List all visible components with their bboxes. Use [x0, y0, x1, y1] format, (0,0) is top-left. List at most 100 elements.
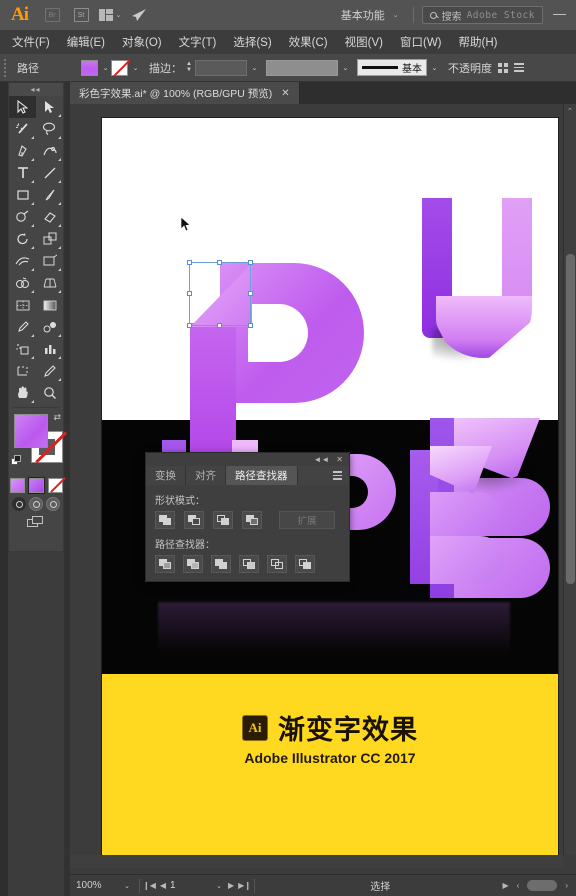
bridge-icon[interactable]: Br: [42, 6, 62, 24]
direct-selection-tool[interactable]: [36, 96, 63, 118]
gradient-swatch-button[interactable]: [27, 477, 45, 494]
pathfinder-unite-button[interactable]: [155, 511, 175, 529]
pathfinder-merge-button[interactable]: [211, 555, 231, 573]
control-bar-menu-icon[interactable]: [513, 63, 524, 72]
artwork-letter-p-large[interactable]: [187, 258, 370, 515]
artboard-tool[interactable]: [9, 360, 36, 382]
color-swatch-button[interactable]: [9, 478, 25, 493]
scroll-up-icon[interactable]: ⌃: [567, 107, 573, 115]
fill-color-swatch[interactable]: [81, 59, 98, 76]
menu-help[interactable]: 帮助(H): [457, 32, 500, 52]
pathfinder-outline-button[interactable]: [267, 555, 287, 573]
menu-select[interactable]: 选择(S): [231, 32, 273, 52]
lasso-tool[interactable]: [36, 118, 63, 140]
magic-wand-tool[interactable]: [9, 118, 36, 140]
selection-tool[interactable]: [9, 96, 36, 118]
default-fill-stroke-icon[interactable]: [11, 455, 22, 466]
handle-bottom-center[interactable]: [217, 323, 222, 328]
scroll-left-icon[interactable]: ‹: [517, 881, 520, 890]
width-tool[interactable]: [9, 250, 36, 272]
horizontal-scroll-thumb[interactable]: [527, 880, 558, 891]
pathfinder-crop-button[interactable]: [239, 555, 259, 573]
menu-file[interactable]: 文件(F): [10, 32, 52, 52]
stroke-chevron-down-icon[interactable]: ⌄: [130, 60, 141, 76]
shape-builder-tool[interactable]: [9, 272, 36, 294]
symbol-sprayer-tool[interactable]: [9, 338, 36, 360]
none-swatch-button[interactable]: [47, 478, 63, 493]
menu-window[interactable]: 窗口(W): [398, 32, 444, 52]
menu-view[interactable]: 视图(V): [343, 32, 385, 52]
handle-middle-left[interactable]: [187, 291, 192, 296]
scale-tool[interactable]: [36, 228, 63, 250]
rotate-tool[interactable]: [9, 228, 36, 250]
selection-bounding-box[interactable]: [187, 260, 253, 328]
vertical-scroll-thumb[interactable]: [566, 254, 575, 584]
tab-transform[interactable]: 变换: [146, 466, 186, 485]
draw-inside-mode[interactable]: [46, 497, 60, 511]
free-transform-tool[interactable]: [36, 250, 63, 272]
handle-top-left[interactable]: [187, 260, 192, 265]
menu-type[interactable]: 文字(T): [177, 32, 219, 52]
toolbox-collapse-handle[interactable]: ◂◂: [9, 83, 63, 96]
stroke-weight-stepper[interactable]: ▲ ▼: [186, 61, 192, 73]
status-text[interactable]: 选择: [258, 878, 502, 893]
pathfinder-minus-back-button[interactable]: [295, 555, 315, 573]
last-artboard-icon[interactable]: ▶❙: [238, 881, 251, 890]
handle-top-right[interactable]: [248, 260, 253, 265]
tab-align[interactable]: 对齐: [186, 466, 226, 485]
column-graph-tool[interactable]: [36, 338, 63, 360]
canvas-vertical-scrollbar[interactable]: ⌃: [563, 104, 576, 855]
handle-bottom-left[interactable]: [187, 323, 192, 328]
workspace-switcher[interactable]: 基本功能 ⌄: [335, 5, 405, 25]
minimize-button[interactable]: —: [543, 6, 576, 25]
gradient-tool[interactable]: [36, 294, 63, 316]
arrange-documents-icon[interactable]: ⌄: [98, 6, 121, 24]
change-screen-mode-icon[interactable]: [27, 516, 45, 528]
hand-tool[interactable]: [9, 382, 36, 404]
shaper-pencil-tool[interactable]: [9, 206, 36, 228]
brush-definition-field[interactable]: 基本: [356, 59, 427, 76]
pathfinder-trim-button[interactable]: [183, 555, 203, 573]
next-artboard-icon[interactable]: ▶: [228, 881, 234, 890]
perspective-grid-tool[interactable]: [36, 272, 63, 294]
tab-pathfinder[interactable]: 路径查找器: [226, 466, 298, 485]
opacity-grid-icon[interactable]: [497, 62, 508, 73]
pen-tool[interactable]: [9, 140, 36, 162]
slice-tool[interactable]: [36, 360, 63, 382]
handle-top-center[interactable]: [217, 260, 222, 265]
stock-icon[interactable]: St: [71, 6, 91, 24]
curvature-tool[interactable]: [36, 140, 63, 162]
menu-effect[interactable]: 效果(C): [287, 32, 330, 52]
fill-color-large[interactable]: [14, 414, 48, 448]
profile-chevron-down-icon[interactable]: ⌄: [340, 60, 351, 76]
eraser-tool[interactable]: [36, 206, 63, 228]
fill-chevron-down-icon[interactable]: ⌄: [100, 60, 111, 76]
pathfinder-exclude-button[interactable]: [242, 511, 262, 529]
brush-chevron-down-icon[interactable]: ⌄: [429, 60, 440, 76]
draw-normal-mode[interactable]: [12, 497, 26, 511]
behance-publish-icon[interactable]: [129, 6, 149, 24]
collapse-icon[interactable]: ◄◄: [313, 455, 329, 464]
close-icon[interactable]: ✕: [336, 455, 343, 464]
mesh-tool[interactable]: [9, 294, 36, 316]
pathfinder-intersect-button[interactable]: [213, 511, 233, 529]
artboard-number-field[interactable]: 1: [166, 880, 210, 891]
type-tool[interactable]: [9, 162, 36, 184]
play-icon[interactable]: ▶: [503, 881, 509, 890]
line-segment-tool[interactable]: [36, 162, 63, 184]
handle-bottom-right[interactable]: [248, 323, 253, 328]
artwork-letter-u-large[interactable]: [422, 198, 532, 368]
pathfinder-expand-button[interactable]: 扩展: [279, 511, 335, 529]
paintbrush-tool[interactable]: [36, 184, 63, 206]
pathfinder-divide-button[interactable]: [155, 555, 175, 573]
menu-object[interactable]: 对象(O): [120, 32, 164, 52]
blend-tool[interactable]: [36, 316, 63, 338]
stock-search-input[interactable]: 搜索 Adobe Stock: [421, 6, 543, 24]
stroke-color-swatch[interactable]: [111, 59, 128, 76]
pathfinder-minus-front-button[interactable]: [184, 511, 204, 529]
first-artboard-icon[interactable]: ❙◀: [143, 881, 156, 890]
close-icon[interactable]: ✕: [281, 88, 289, 99]
panel-menu-icon[interactable]: [333, 471, 342, 480]
zoom-level-field[interactable]: 100%: [70, 880, 118, 891]
document-tab[interactable]: 彩色字效果.ai* @ 100% (RGB/GPU 预览) ✕: [70, 82, 300, 104]
